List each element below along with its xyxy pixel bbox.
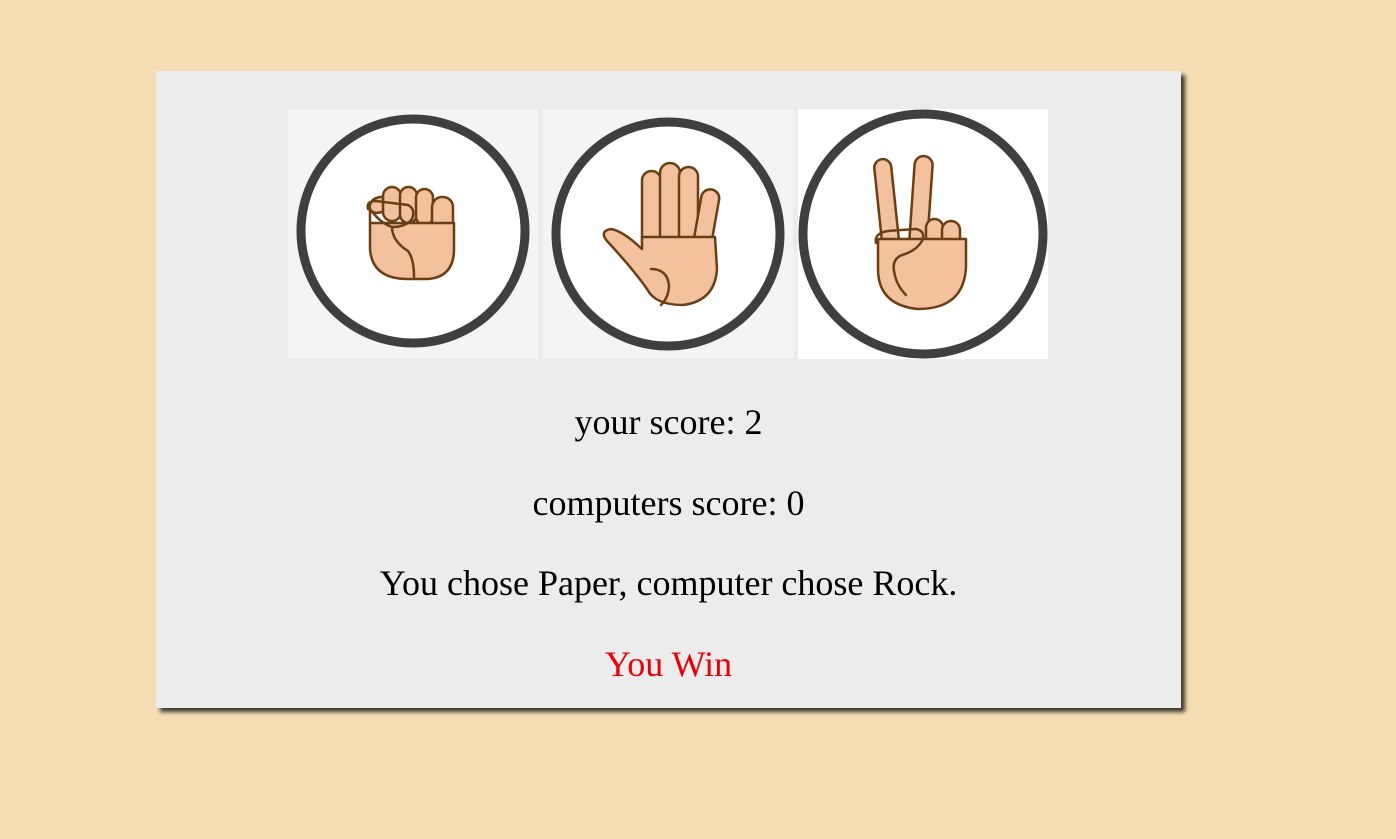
- scissors-peace-icon: [798, 109, 1048, 359]
- scissors-button[interactable]: [798, 109, 1048, 359]
- rock-fist-icon: [288, 109, 538, 359]
- paper-hand-icon: [543, 109, 793, 359]
- game-card: your score: 2 computers score: 0 You cho…: [156, 71, 1181, 708]
- choice-row: [288, 109, 1048, 359]
- paper-button[interactable]: [543, 109, 793, 359]
- computer-score: computers score: 0: [532, 483, 805, 523]
- rock-button[interactable]: [288, 109, 538, 359]
- result-text: You Win: [604, 644, 733, 684]
- user-score: your score: 2: [574, 402, 763, 442]
- round-message: You chose Paper, computer chose Rock.: [379, 563, 958, 603]
